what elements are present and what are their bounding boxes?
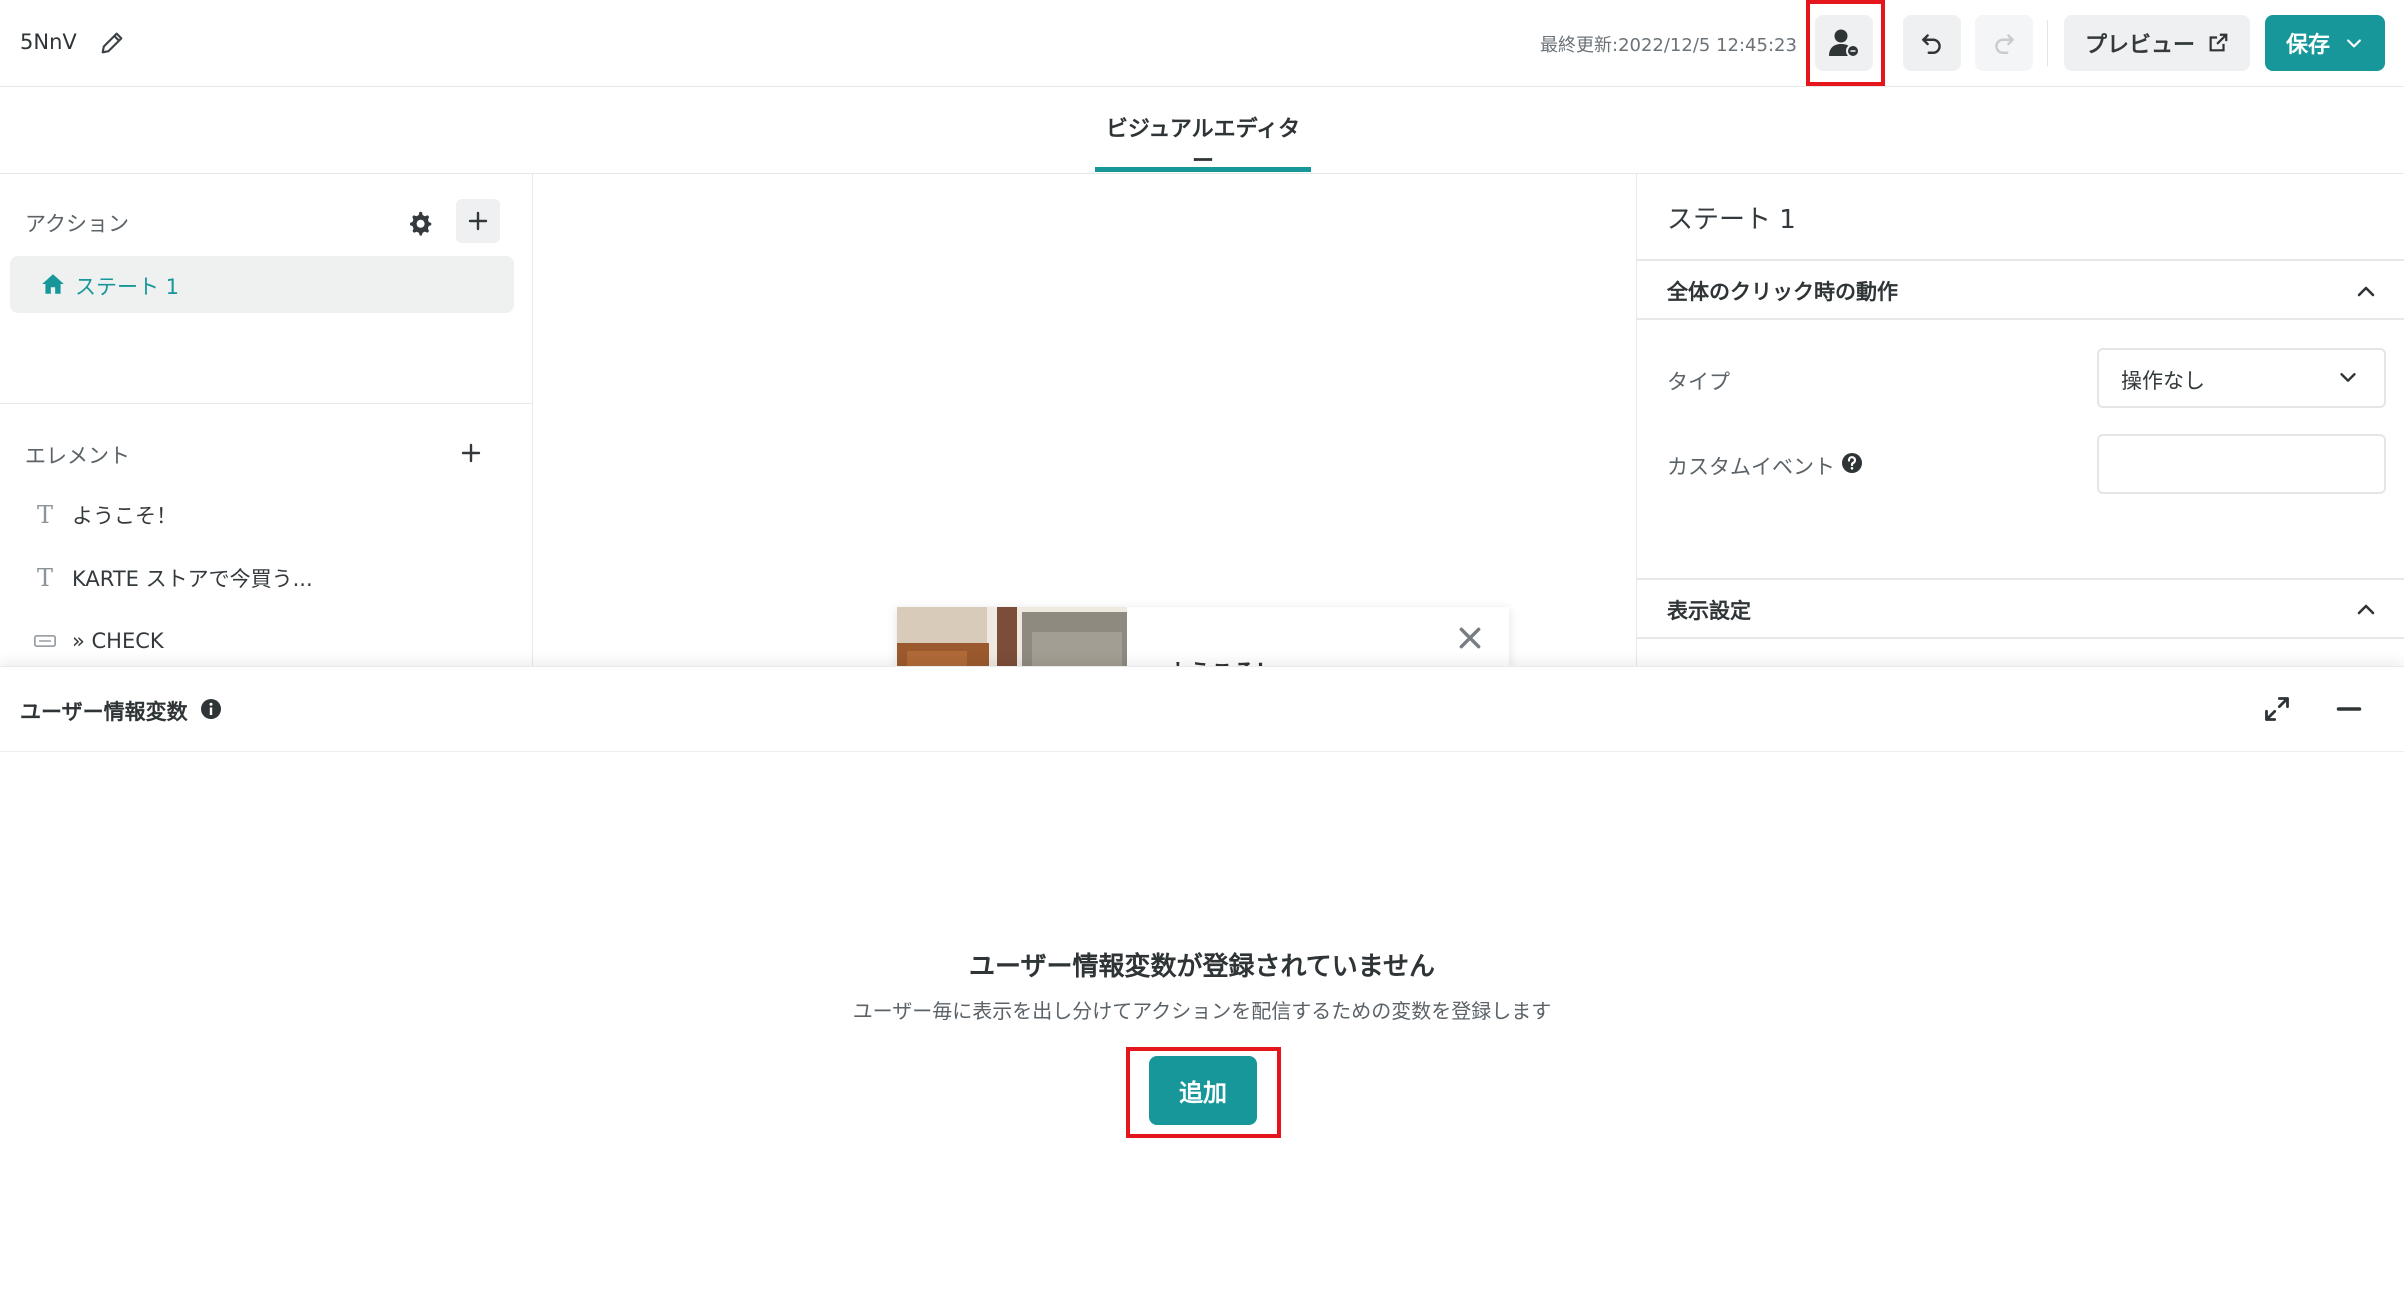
popup-product-image <box>897 607 1127 667</box>
add-element-button[interactable] <box>455 437 487 469</box>
element-item-label: KARTE ストアで今買う... <box>72 567 313 591</box>
text-icon: T <box>36 501 53 529</box>
last-updated-text: 最終更新:2022/12/5 12:45:23 <box>1540 35 1797 56</box>
redo-icon <box>1995 34 2014 54</box>
undo-icon <box>1922 34 1941 54</box>
type-select-value: 操作なし <box>2121 369 2205 393</box>
element-item-label: » CHECK <box>72 629 164 653</box>
right-panel-divider <box>1636 578 2404 580</box>
close-icon[interactable] <box>1457 625 1483 651</box>
element-item-label: ようこそ！ <box>72 504 177 528</box>
text-icon: T <box>36 564 53 592</box>
action-title: 5NnV <box>20 30 77 54</box>
chevron-up-icon[interactable] <box>2354 279 2378 303</box>
undo-button[interactable] <box>1903 15 1961 71</box>
element-item[interactable]: T ようこそ！ <box>34 498 177 532</box>
tab-visual-editor[interactable]: ビジュアルエディター <box>1095 111 1311 175</box>
save-button-label: 保存 <box>2285 33 2330 58</box>
chevron-up-icon[interactable] <box>2354 597 2378 621</box>
highlight-user-variables-button <box>1806 0 1885 86</box>
preview-button-label: プレビュー <box>2084 33 2195 58</box>
element-item[interactable]: » CHECK <box>34 624 164 658</box>
user-variables-drawer <box>0 666 2404 1300</box>
redo-button[interactable] <box>1975 15 2033 71</box>
display-settings-section-title[interactable]: 表示設定 <box>1667 595 1751 625</box>
right-panel <box>1636 174 2404 666</box>
state-title: ステート 1 <box>1667 205 1796 235</box>
pencil-icon[interactable] <box>98 29 126 57</box>
empty-state-description: ユーザー毎に表示を出し分けてアクションを配信するための変数を登録します <box>852 999 1552 1023</box>
expand-icon[interactable] <box>2263 695 2291 723</box>
preview-canvas <box>534 174 1636 666</box>
external-link-icon <box>2209 33 2228 52</box>
empty-state-title: ユーザー情報変数が登録されていません <box>969 952 1435 982</box>
save-button[interactable]: 保存 <box>2265 15 2385 71</box>
elements-section-label: エレメント <box>25 444 130 468</box>
right-panel-divider <box>1636 637 2404 639</box>
preview-button[interactable]: プレビュー <box>2064 15 2250 71</box>
chevron-down-icon <box>2347 39 2361 48</box>
custom-event-label: カスタムイベント <box>1667 455 1835 479</box>
header-divider <box>2047 20 2048 66</box>
gear-icon[interactable] <box>405 208 435 238</box>
home-icon <box>42 274 64 294</box>
add-action-button[interactable] <box>456 199 500 243</box>
plus-icon <box>468 211 488 231</box>
chevron-down-icon <box>2340 373 2356 382</box>
app-header <box>0 0 2404 87</box>
right-panel-divider <box>1636 259 2404 261</box>
help-icon[interactable] <box>1840 451 1864 475</box>
left-panel-divider <box>0 403 533 404</box>
element-item[interactable]: T KARTE ストアで今買う... <box>34 561 313 595</box>
custom-event-input[interactable] <box>2097 434 2386 494</box>
info-icon[interactable] <box>199 697 223 721</box>
popup-preview[interactable]: ようこそ！ <box>897 607 1509 667</box>
plus-icon <box>461 443 481 463</box>
active-tab-indicator <box>1095 167 1311 172</box>
right-panel-divider <box>1636 318 2404 320</box>
drawer-title: ユーザー情報変数 <box>20 700 188 724</box>
drawer-header-divider <box>0 751 2404 752</box>
type-label: タイプ <box>1667 370 1730 394</box>
actions-section-label: アクション <box>25 212 129 236</box>
minimize-icon[interactable] <box>2335 695 2363 723</box>
click-behavior-section-title[interactable]: 全体のクリック時の動作 <box>1667 276 1898 306</box>
state-item-label[interactable]: ステート 1 <box>75 271 179 301</box>
highlight-add-button <box>1126 1047 1281 1138</box>
button-element-icon <box>34 633 56 649</box>
